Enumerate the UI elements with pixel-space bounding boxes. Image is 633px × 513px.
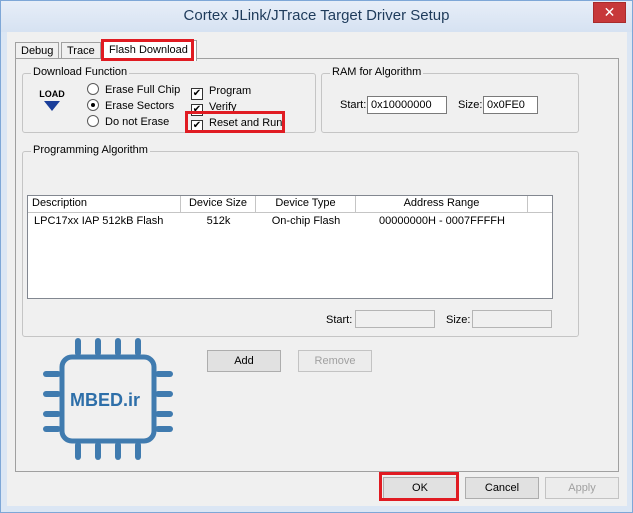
radio-button[interactable] [87,99,99,111]
radio-erase-sectors[interactable]: Erase Sectors [87,99,174,113]
ram-start-label: Start: [340,99,367,111]
highlight-ok-button [379,472,459,501]
checkbox-program[interactable]: ✔ Program [191,84,252,100]
cancel-button[interactable]: Cancel [465,477,539,499]
download-function-group: Download Function LOAD Erase Full Chip E… [22,66,316,133]
check-icon[interactable]: ✔ [191,88,203,100]
watermark-text: MBED.ir [70,390,141,410]
window-title: Cortex JLink/JTrace Target Driver Setup [183,7,450,24]
column-device-size[interactable]: Device Size [181,196,256,212]
cell-description: LPC17xx IAP 512kB Flash [34,215,164,227]
table-row[interactable]: LPC17xx IAP 512kB Flash 512k On-chip Fla… [28,214,552,228]
algorithm-size-input[interactable] [472,310,552,328]
checkbox-label: Program [209,85,252,97]
algorithm-list[interactable]: Description Device Size Device Type Addr… [27,195,553,299]
ram-size-label: Size: [458,99,483,111]
radio-button[interactable] [87,115,99,127]
flash-download-panel: Download Function LOAD Erase Full Chip E… [15,58,619,472]
tab-trace[interactable]: Trace [61,42,101,59]
tab-debug[interactable]: Debug [15,42,59,59]
algorithm-size-label: Size: [446,314,471,326]
radio-label: Erase Sectors [105,100,175,112]
radio-label: Do not Erase [105,116,170,128]
radio-label: Erase Full Chip [105,84,181,96]
close-button[interactable]: ✕ [593,2,626,23]
radio-button[interactable] [87,83,99,95]
add-button[interactable]: Add [207,350,281,372]
column-description[interactable]: Description [28,196,181,212]
cell-device-type: On-chip Flash [271,215,341,227]
highlight-reset-and-run [185,111,285,133]
apply-button[interactable]: Apply [545,477,619,499]
cell-device-size: 512k [206,215,231,227]
tab-trace-label: Trace [67,45,95,57]
tab-debug-label: Debug [21,45,54,57]
algorithm-start-label: Start: [326,314,353,326]
highlight-tab-flash-download [101,39,194,61]
radio-erase-full-chip[interactable]: Erase Full Chip [87,83,180,97]
load-icon: LOAD [37,90,67,118]
cell-address-range: 00000000H - 0007FFFFH [379,215,505,227]
column-device-type[interactable]: Device Type [256,196,356,212]
ram-size-input[interactable]: 0x0FE0 [483,96,538,114]
close-icon: ✕ [603,4,616,20]
radio-do-not-erase[interactable]: Do not Erase [87,115,169,129]
remove-button[interactable]: Remove [298,350,372,372]
ram-for-algorithm-title: RAM for Algorithm [330,66,424,78]
load-icon-label: LOAD [39,89,65,99]
dialog-window: Cortex JLink/JTrace Target Driver Setup … [0,0,633,513]
algorithm-list-header: Description Device Size Device Type Addr… [28,196,552,213]
column-address-range[interactable]: Address Range [356,196,528,212]
download-function-title: Download Function [31,66,130,78]
ram-start-input[interactable]: 0x10000000 [367,96,447,114]
ram-for-algorithm-group: RAM for Algorithm Start: 0x10000000 Size… [321,66,579,133]
title-bar[interactable]: Cortex JLink/JTrace Target Driver Setup … [1,1,632,32]
dialog-client: Debug Trace Flash Download Download Func… [7,32,627,506]
algorithm-start-input[interactable] [355,310,435,328]
programming-algorithm-title: Programming Algorithm [31,144,150,156]
